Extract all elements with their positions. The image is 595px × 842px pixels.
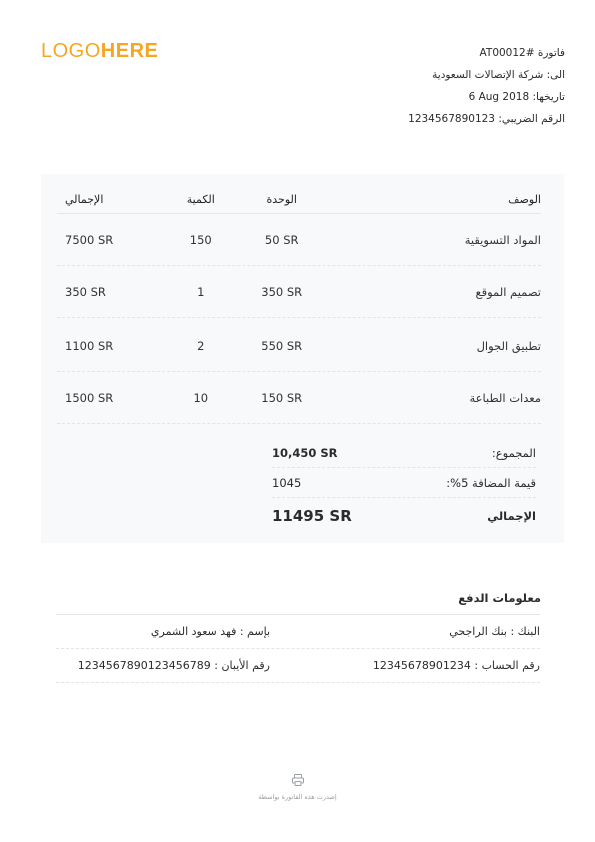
item-quantity: 150 bbox=[189, 232, 212, 247]
tax-number-value: 1234567890123 bbox=[408, 112, 495, 125]
invoice-number-line: فاتورة # AT00012 bbox=[408, 42, 565, 64]
tax-number-label: الرقم الضريبي: bbox=[498, 112, 565, 125]
grand-total-label: الإجمالي bbox=[487, 509, 536, 523]
invoice-to-value: شركة الإتصالات السعودية bbox=[432, 68, 544, 81]
item-total: 350 SR bbox=[65, 284, 106, 299]
item-quantity: 2 bbox=[197, 338, 205, 353]
col-header-unit: الوحدة bbox=[266, 193, 297, 206]
tax-number-line: الرقم الضريبي: 1234567890123 bbox=[408, 108, 565, 130]
col-header-quantity: الكمية bbox=[186, 193, 215, 206]
item-total: 1500 SR bbox=[65, 390, 114, 405]
payment-account-name: بإسم : فهد سعود الشمري bbox=[150, 625, 270, 638]
payment-row-bank: البنك : بنك الراجحي بإسم : فهد سعود الشم… bbox=[56, 615, 540, 649]
logo-text-bold: HERE bbox=[100, 40, 159, 62]
item-total: 7500 SR bbox=[65, 232, 114, 247]
item-unit-price: 550 SR bbox=[261, 338, 303, 353]
payment-bank: البنك : بنك الراجحي bbox=[449, 625, 540, 638]
vat-value: 1045 bbox=[272, 475, 302, 490]
subtotal-row: المجموع: 10,450 SR bbox=[272, 438, 536, 468]
company-logo: LOGOHERE bbox=[41, 40, 158, 63]
item-unit-price: 150 SR bbox=[261, 390, 303, 405]
invoice-date-label: تاريخها: bbox=[532, 90, 565, 103]
grand-total-row: الإجمالي 11495 SR bbox=[272, 500, 536, 532]
item-unit-price: 350 SR bbox=[261, 284, 303, 299]
col-header-description: الوصف bbox=[508, 193, 541, 206]
vat-row: قيمة المضافة 5%: 1045 bbox=[272, 468, 536, 498]
invoice-to-line: الى: شركة الإتصالات السعودية bbox=[408, 64, 565, 86]
logo-text-light: LOGO bbox=[41, 40, 101, 62]
invoice-header: فاتورة # AT00012 الى: شركة الإتصالات السع… bbox=[408, 42, 565, 130]
vat-label: قيمة المضافة 5%: bbox=[446, 475, 536, 490]
item-description: تصميم الموقع bbox=[475, 284, 541, 299]
invoice-number-label: فاتورة # bbox=[525, 46, 565, 59]
invoice-to-label: الى: bbox=[546, 68, 565, 81]
table-row: المواد التسويقية 50 SR 150 7500 SR bbox=[57, 214, 541, 266]
table-header: الوصف الوحدة الكمية الإجمالي bbox=[57, 186, 541, 214]
payment-iban: رقم الأيبان : 1234567890123456789 bbox=[77, 659, 270, 672]
subtotal-label: المجموع: bbox=[491, 445, 536, 460]
item-description: تطبيق الجوال bbox=[476, 338, 541, 353]
payment-info-title: معلومات الدفع bbox=[458, 591, 541, 605]
item-quantity: 10 bbox=[193, 390, 209, 405]
payment-row-account: رقم الحساب : 12345678901234 رقم الأيبان … bbox=[56, 649, 540, 683]
invoice-number: AT00012 bbox=[479, 46, 526, 59]
item-unit-price: 50 SR bbox=[264, 232, 299, 247]
payment-account-number: رقم الحساب : 12345678901234 bbox=[372, 659, 540, 672]
table-row: تطبيق الجوال 550 SR 2 1100 SR bbox=[57, 320, 541, 372]
col-header-total: الإجمالي bbox=[65, 193, 104, 206]
invoice-footer: إصدرت هذه الفاتورة بواسطة bbox=[0, 772, 595, 801]
item-total: 1100 SR bbox=[65, 338, 114, 353]
items-panel: الوصف الوحدة الكمية الإجمالي المواد التس… bbox=[41, 174, 564, 543]
table-row: معدات الطباعة 150 SR 10 1500 SR bbox=[57, 372, 541, 424]
printer-icon[interactable] bbox=[291, 772, 305, 786]
subtotal-value: 10,450 SR bbox=[272, 445, 338, 460]
invoice-date-value: 6 Aug 2018 bbox=[468, 90, 530, 103]
invoice-date-line: تاريخها: 6 Aug 2018 bbox=[408, 86, 565, 108]
table-row: تصميم الموقع 350 SR 1 350 SR bbox=[57, 266, 541, 318]
grand-total-value: 11495 SR bbox=[272, 507, 352, 525]
item-description: المواد التسويقية bbox=[464, 232, 541, 247]
item-description: معدات الطباعة bbox=[469, 390, 541, 405]
item-quantity: 1 bbox=[197, 284, 205, 299]
footer-note: إصدرت هذه الفاتورة بواسطة bbox=[258, 793, 337, 801]
